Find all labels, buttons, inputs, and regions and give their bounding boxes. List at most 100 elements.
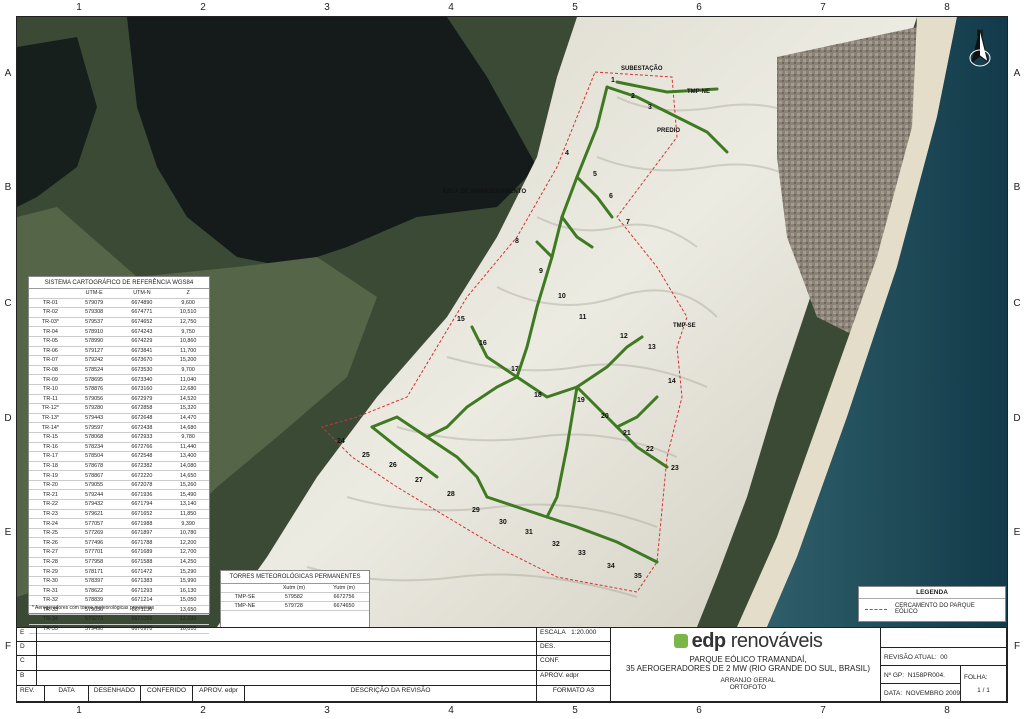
sheet-value: 1 / 1 xyxy=(977,687,990,694)
turbine-label[interactable]: 12 xyxy=(620,333,628,340)
date-label: DATA: xyxy=(884,690,903,697)
coord-cell: 6674890 xyxy=(116,298,168,309)
coord-cell: 13,140 xyxy=(167,499,209,510)
turbine-label[interactable]: 14 xyxy=(668,378,676,385)
turbine-label[interactable]: 28 xyxy=(447,491,455,498)
coord-cell: 10,860 xyxy=(167,336,209,347)
legend-item-label: CERCAMENTO DO PARQUE EÓLICO xyxy=(894,603,975,615)
rev-row-label: D xyxy=(17,642,37,656)
turbine-label[interactable]: 31 xyxy=(525,529,533,536)
turbine-label[interactable]: 6 xyxy=(609,193,613,200)
row-label: B xyxy=(1013,182,1021,193)
column-ruler-bottom: 1 2 3 4 5 6 7 8 xyxy=(16,704,1008,718)
coord-cell: 15,490 xyxy=(167,489,209,501)
coord-cell: 6671472 xyxy=(116,566,168,577)
col-label: 4 xyxy=(448,705,454,716)
met-header xyxy=(221,584,269,593)
turbine-label[interactable]: 3 xyxy=(648,104,652,111)
edp-logo-mark-icon xyxy=(673,634,688,648)
rev-row-label: C xyxy=(17,656,37,671)
coord-cell: TR-31 xyxy=(29,585,72,596)
turbine-label[interactable]: 33 xyxy=(578,550,586,557)
table-row: TR-11 579056 6672979 14,520 xyxy=(29,394,209,405)
coord-cell: 579621 xyxy=(71,509,117,520)
turbine-label[interactable]: 2 xyxy=(631,93,635,100)
project-description: 35 AEROGERADORES DE 2 MW (RIO GRANDE DO … xyxy=(625,664,871,673)
turbine-label[interactable]: 21 xyxy=(623,430,631,437)
coord-cell: 14,080 xyxy=(167,461,209,472)
turbine-label[interactable]: 27 xyxy=(415,477,423,484)
coord-cell: 6672438 xyxy=(116,422,168,433)
turbine-label[interactable]: 11 xyxy=(579,314,586,321)
coord-cell: TR-05 xyxy=(29,336,72,347)
met-cell: 6674650 xyxy=(319,601,369,611)
table-row: TR-24 577057 6671988 9,390 xyxy=(29,518,209,529)
turbine-label[interactable]: 17 xyxy=(511,366,519,373)
turbine-label[interactable]: 19 xyxy=(577,397,585,404)
turbine-label[interactable]: 22 xyxy=(646,446,654,453)
edp-logo-text: edp xyxy=(691,630,727,652)
coord-cell: 578397 xyxy=(71,576,117,587)
turbine-label[interactable]: 29 xyxy=(472,507,480,514)
edp-logo-renovaveis: renováveis xyxy=(730,630,823,652)
turbine-label[interactable]: 23 xyxy=(671,465,679,472)
turbine-label[interactable]: 8 xyxy=(515,238,519,245)
turbine-label[interactable]: 24 xyxy=(337,438,345,445)
sheet-cell: FOLHA: 1 / 1 xyxy=(961,666,1007,702)
rev-row-content xyxy=(37,656,537,671)
coord-cell: 578622 xyxy=(71,585,117,596)
turbine-label[interactable]: 5 xyxy=(593,171,597,178)
coord-cell: 9,390 xyxy=(167,518,209,529)
project-name: PARQUE EÓLICO TRAMANDAÍ, xyxy=(689,655,807,664)
turbine-label[interactable]: 18 xyxy=(534,392,542,399)
coord-cell: 6671056 xyxy=(116,614,168,625)
coord-cell: 11,040 xyxy=(167,374,209,385)
turbine-label[interactable]: 30 xyxy=(499,519,507,526)
table-row: TR-05 578990 6674229 10,860 xyxy=(29,336,209,347)
turbine-label[interactable]: 34 xyxy=(607,563,615,570)
turbine-label[interactable]: 32 xyxy=(552,541,560,548)
turbine-label[interactable]: 26 xyxy=(389,462,397,469)
turbine-label[interactable]: 13 xyxy=(648,344,656,351)
row-label: C xyxy=(1013,298,1021,309)
table-row: TR-16 578234 6672766 11,440 xyxy=(29,442,209,453)
met-header: Yutm (m) xyxy=(319,584,369,593)
coord-cell: TR-24 xyxy=(29,518,72,529)
turbine-label[interactable]: 16 xyxy=(479,340,487,347)
coord-cell: 6672078 xyxy=(116,480,168,491)
aprov-cell: APROV. edpr xyxy=(537,671,611,686)
coord-cell: 6674229 xyxy=(116,336,168,347)
coord-cell: 15,050 xyxy=(167,595,209,606)
coord-cell: 15,200 xyxy=(167,355,209,366)
table-row: TR-01 579079 6674890 9,600 xyxy=(29,298,209,309)
turbine-label[interactable]: 20 xyxy=(601,413,609,420)
coord-cell: 6671214 xyxy=(116,595,168,606)
coord-cell: 14,250 xyxy=(167,557,209,568)
rev-row-content xyxy=(37,628,537,642)
coord-cell: 6671794 xyxy=(116,499,168,510)
coord-cell: TR-01 xyxy=(29,298,72,309)
coord-cell: TR-10 xyxy=(29,384,72,395)
turbine-label[interactable]: 4 xyxy=(565,150,569,157)
turbine-label[interactable]: 9 xyxy=(539,268,543,275)
coord-cell: 6671897 xyxy=(116,528,168,539)
table-row: TR-29 578171 6671472 15,290 xyxy=(29,566,209,577)
coord-cell: 6671936 xyxy=(116,489,168,501)
turbine-label[interactable]: 35 xyxy=(634,573,642,580)
coord-cell: TR-19 xyxy=(29,470,72,481)
coord-cell: TR-22 xyxy=(29,499,72,510)
turbine-label[interactable]: 15 xyxy=(457,316,465,323)
coord-cell: 6672548 xyxy=(116,451,168,462)
turbine-label[interactable]: 10 xyxy=(558,293,566,300)
row-label: B xyxy=(4,182,12,193)
turbine-label[interactable]: 7 xyxy=(626,219,630,226)
row-label: E xyxy=(4,527,12,538)
coord-cell: 6672858 xyxy=(116,403,168,414)
turbine-label[interactable]: 25 xyxy=(362,452,370,459)
legend-title: LEGENDA xyxy=(859,587,1005,599)
coord-cell: 6672220 xyxy=(116,470,168,481)
approved-header: APROV. edpr xyxy=(193,686,245,702)
turbine-label[interactable]: 1 xyxy=(611,77,615,84)
coord-cell: 579597 xyxy=(71,422,117,433)
coord-cell: 577958 xyxy=(71,557,117,568)
